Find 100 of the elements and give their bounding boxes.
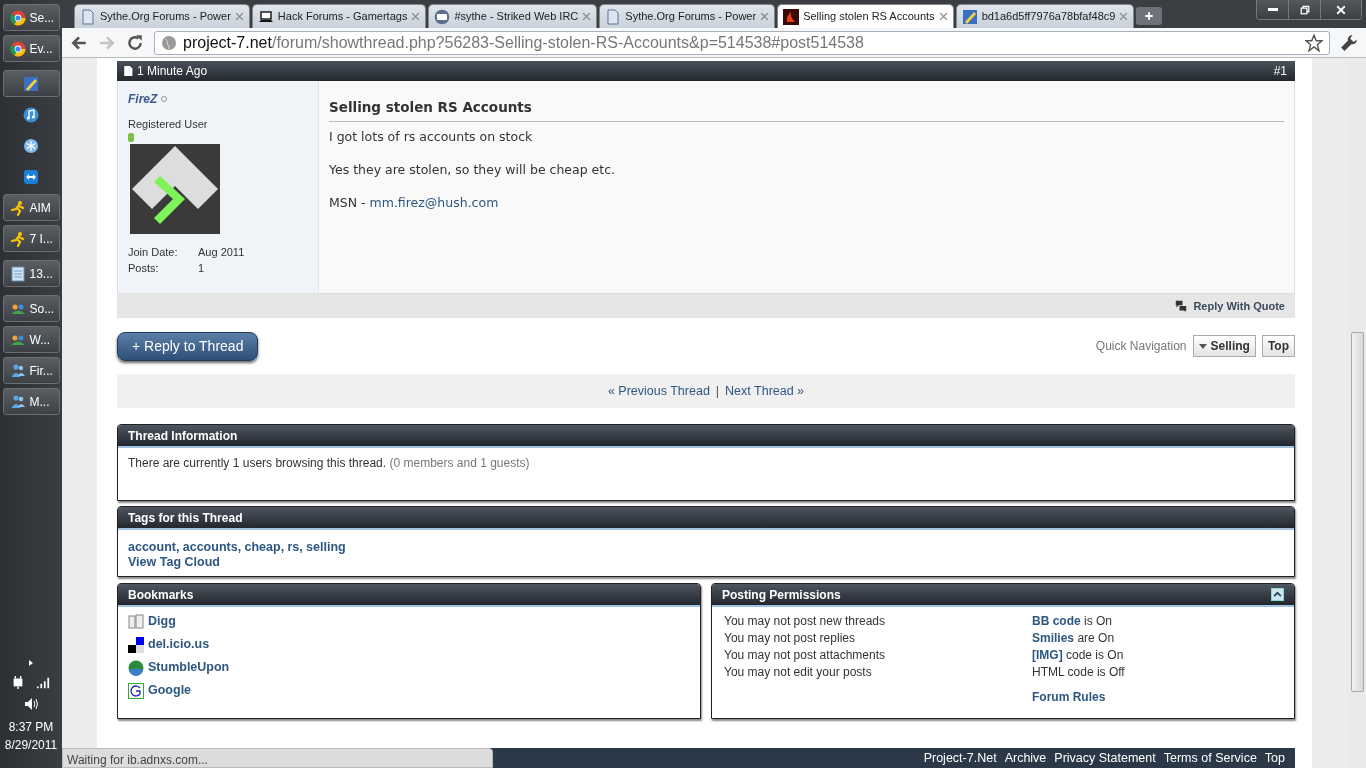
email-link[interactable]: mm.firez@hush.com	[369, 194, 499, 210]
reply-to-thread-button[interactable]: + Reply to Thread	[117, 331, 259, 361]
power-plug-icon[interactable]	[11, 674, 25, 690]
chevron-up-icon	[1273, 590, 1282, 599]
footer-link[interactable]: Terms of Service	[1163, 748, 1257, 768]
tag-cloud-link[interactable]: View Tag Cloud	[128, 555, 220, 570]
close-button[interactable]	[1321, 0, 1361, 19]
reload-icon[interactable]	[126, 33, 144, 52]
footer-link[interactable]: Project-7.Net	[923, 748, 997, 768]
arrows-icon[interactable]	[23, 168, 39, 185]
star-icon[interactable]	[1305, 33, 1323, 52]
scrollbar-thumb[interactable]	[1351, 332, 1364, 692]
post-title: Selling stolen RS Accounts	[329, 97, 1284, 123]
close-icon[interactable]	[411, 12, 421, 21]
tag-link[interactable]: account	[128, 540, 176, 554]
browser-tab[interactable]: bd1a6d5ff7976a78bfaf48c9	[955, 4, 1135, 28]
quick-navigation-dropdown[interactable]: Selling	[1192, 335, 1256, 357]
speech-bubbles-icon	[1174, 300, 1189, 312]
chat-bubble-icon	[434, 8, 451, 25]
address-bar[interactable]: project-7.net/forum/showthread.php?56283-Selling-stolen-RS-Accounts&p=514538#post514538	[154, 30, 1330, 55]
tag-link[interactable]: cheap	[244, 540, 281, 554]
permission-text: You may not edit your posts	[724, 664, 872, 681]
tag-link[interactable]: accounts	[182, 540, 238, 554]
taskbar-button[interactable]: Fir...	[2, 357, 60, 384]
taskbar-button[interactable]	[2, 70, 60, 97]
close-icon[interactable]	[1119, 12, 1129, 21]
close-icon[interactable]	[582, 12, 592, 21]
top-button[interactable]: Top	[1261, 335, 1295, 357]
taskbar-button[interactable]: So...	[2, 295, 60, 322]
people-icon	[9, 362, 26, 379]
wrench-icon[interactable]	[1340, 33, 1358, 52]
forum-rules-link[interactable]: Forum Rules	[1032, 689, 1106, 706]
snowflake-icon[interactable]	[23, 137, 39, 154]
setting-link[interactable]: Smilies	[1032, 631, 1075, 645]
info-detail: (0 members and 1 guests)	[389, 456, 530, 470]
taskbar-button[interactable]: M...	[2, 388, 60, 415]
bookmark-link[interactable]: StumbleUpon	[148, 658, 230, 677]
footer-link[interactable]: Archive	[1004, 748, 1047, 768]
clock-date: 8/29/2011	[4, 737, 58, 754]
pen-icon	[23, 75, 39, 92]
footer-link[interactable]: Privacy Statement	[1054, 748, 1156, 768]
minimize-icon	[1267, 8, 1278, 11]
taskbar-button[interactable]: Ev...	[2, 35, 60, 62]
status-bubble: Waiting for ib.adnxs.com...	[62, 748, 493, 768]
laptop-icon	[257, 8, 274, 25]
people-icon	[9, 393, 26, 410]
new-tab-button[interactable]	[1136, 7, 1163, 25]
speaker-icon[interactable]	[23, 696, 39, 712]
browser-tab[interactable]: #sythe - Striked Web IRC	[428, 4, 598, 28]
post-text: I got lots of rs accounts on stock	[329, 128, 534, 147]
tag-link[interactable]: selling	[306, 540, 346, 554]
squares-icon	[128, 636, 144, 653]
post-time: 1 Minute Ago	[137, 63, 208, 80]
browser-tab[interactable]: Sythe.Org Forums - Power	[599, 4, 776, 28]
close-icon[interactable]	[938, 12, 948, 21]
minimize-button[interactable]	[1257, 0, 1289, 19]
browser-logo-icon	[9, 40, 26, 57]
document-icon	[605, 8, 622, 25]
close-icon[interactable]	[760, 12, 770, 21]
post-text: MSN -	[329, 194, 366, 210]
signal-bars-icon[interactable]	[35, 675, 51, 689]
reputation-icon	[128, 132, 134, 142]
browser-tab[interactable]: Selling stolen RS Accounts	[777, 4, 954, 28]
close-icon	[1336, 4, 1346, 15]
taskbar-button[interactable]: W...	[2, 326, 60, 353]
restore-button[interactable]	[1289, 0, 1321, 19]
tag-separator: ,	[280, 540, 285, 554]
stat-value: Aug 2011	[198, 244, 245, 260]
block-title: Posting Permissions	[722, 586, 841, 604]
next-thread-link[interactable]: Next Thread »	[725, 381, 805, 401]
notepad-icon	[9, 265, 26, 282]
permission-text: You may not post attachments	[724, 647, 885, 664]
username-link[interactable]: FireZ	[128, 90, 158, 108]
setting-text: HTML code is Off	[1032, 664, 1126, 681]
reply-with-quote-link[interactable]: Reply With Quote	[1193, 297, 1285, 315]
taskbar-button[interactable]: 13...	[2, 260, 60, 287]
setting-link[interactable]: [IMG]	[1032, 648, 1063, 662]
close-icon[interactable]	[234, 12, 244, 21]
triangle-icon[interactable]	[27, 658, 35, 668]
running-figure-icon	[9, 230, 26, 247]
bookmark-link[interactable]: Google	[148, 681, 192, 700]
scrollbar[interactable]	[1349, 58, 1366, 768]
post-number-link[interactable]: #1	[1273, 62, 1287, 80]
taskbar-button[interactable]: 7 I...	[2, 225, 60, 252]
bookmark-link[interactable]: del.icio.us	[148, 635, 210, 654]
stat-value: 1	[198, 260, 205, 276]
browser-tab[interactable]: Hack Forums - Gamertags	[251, 4, 427, 28]
previous-thread-link[interactable]: « Previous Thread	[607, 381, 710, 401]
setting-text: are On	[1077, 631, 1115, 645]
taskbar-button[interactable]: AIM	[2, 194, 60, 221]
taskbar-button[interactable]: Se...	[2, 4, 60, 31]
music-note-icon[interactable]	[23, 106, 39, 123]
setting-link[interactable]: BB code	[1032, 614, 1081, 628]
collapse-button[interactable]	[1271, 588, 1284, 601]
browser-tab[interactable]: Sythe.Org Forums - Power	[74, 4, 250, 28]
document-icon	[80, 8, 96, 25]
bookmark-link[interactable]: Digg	[148, 612, 176, 631]
footer-link[interactable]: Top	[1264, 748, 1285, 768]
user-title: Registered User	[128, 117, 209, 132]
running-figure-icon	[9, 199, 26, 216]
